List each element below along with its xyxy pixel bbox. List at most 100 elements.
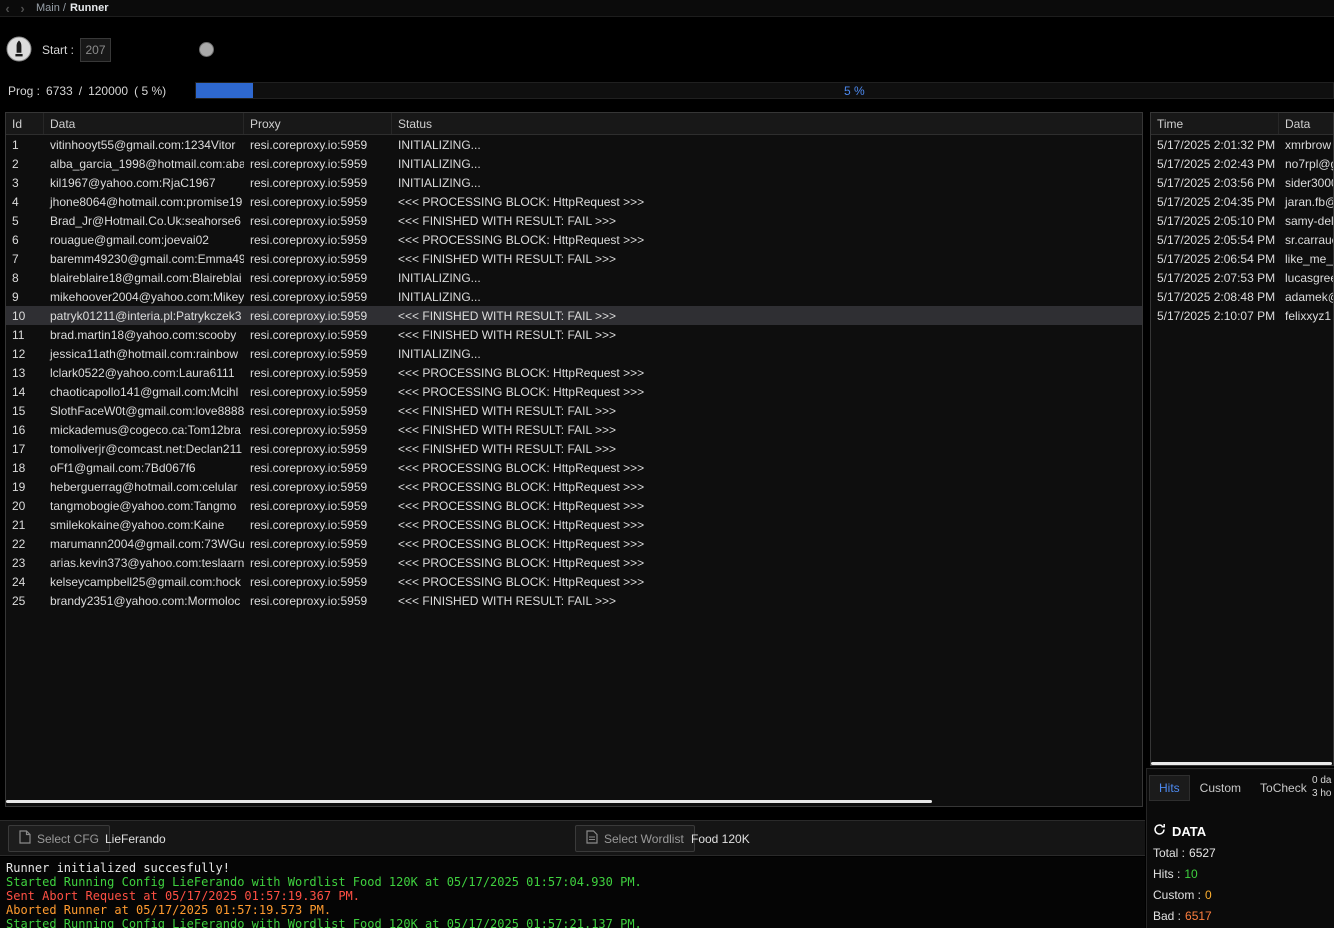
- table-row[interactable]: 1 vitinhooyt55@gmail.com:1234Vitor resi.…: [6, 135, 1142, 154]
- hit-row[interactable]: 5/17/2025 2:10:07 PM felixxyz1: [1151, 306, 1333, 325]
- table-row[interactable]: 14 chaoticapollo141@gmail.com:Mcihl resi…: [6, 382, 1142, 401]
- cell-id: 16: [6, 420, 44, 439]
- table-row[interactable]: 2 alba_garcia_1998@hotmail.com:aba resi.…: [6, 154, 1142, 173]
- cell-data: blaireblaire18@gmail.com:Blaireblai: [44, 268, 244, 287]
- cell-data: marumann2004@gmail.com:73WGu: [44, 534, 244, 553]
- table-row[interactable]: 8 blaireblaire18@gmail.com:Blaireblai re…: [6, 268, 1142, 287]
- cell-time: 5/17/2025 2:04:35 PM: [1151, 192, 1279, 211]
- start-bots-input[interactable]: [80, 38, 111, 62]
- select-wordlist-button[interactable]: Select Wordlist: [575, 825, 695, 852]
- cell-status: INITIALIZING...: [392, 268, 1142, 287]
- table-row[interactable]: 4 jhone8064@hotmail.com:promise19 resi.c…: [6, 192, 1142, 211]
- hits-horizontal-scrollbar[interactable]: [1151, 762, 1332, 765]
- hit-row[interactable]: 5/17/2025 2:04:35 PM jaran.fb@: [1151, 192, 1333, 211]
- table-row[interactable]: 18 oFf1@gmail.com:7Bd067f6 resi.coreprox…: [6, 458, 1142, 477]
- hit-row[interactable]: 5/17/2025 2:01:32 PM xmrbrow: [1151, 135, 1333, 154]
- footer-bar: Select CFG LieFerando Select Wordlist Fo…: [0, 820, 1145, 856]
- log-line: Sent Abort Request at 05/17/2025 01:57:1…: [6, 889, 1139, 903]
- hit-row[interactable]: 5/17/2025 2:06:54 PM like_me_l: [1151, 249, 1333, 268]
- cell-time: 5/17/2025 2:07:53 PM: [1151, 268, 1279, 287]
- table-row[interactable]: 23 arias.kevin373@yahoo.com:teslaarn res…: [6, 553, 1142, 572]
- cell-status: INITIALIZING...: [392, 173, 1142, 192]
- forward-arrow-icon[interactable]: ›: [15, 1, 30, 16]
- hits-table: Time Data 5/17/2025 2:01:32 PM xmrbrow 5…: [1150, 112, 1334, 766]
- column-header-id[interactable]: Id: [6, 113, 44, 134]
- cell-proxy: resi.coreproxy.io:5959: [244, 268, 392, 287]
- cell-proxy: resi.coreproxy.io:5959: [244, 458, 392, 477]
- cell-status: <<< PROCESSING BLOCK: HttpRequest >>>: [392, 230, 1142, 249]
- column-header-status[interactable]: Status: [392, 113, 1142, 134]
- bots-slider-knob[interactable]: [199, 42, 214, 57]
- table-row[interactable]: 9 mikehoover2004@yahoo.com:Mikey resi.co…: [6, 287, 1142, 306]
- table-row[interactable]: 12 jessica11ath@hotmail.com:rainbow resi…: [6, 344, 1142, 363]
- table-row[interactable]: 21 smilekokaine@yahoo.com:Kaine resi.cor…: [6, 515, 1142, 534]
- table-row[interactable]: 25 brandy2351@yahoo.com:Mormoloc resi.co…: [6, 591, 1142, 610]
- cell-id: 21: [6, 515, 44, 534]
- results-tab[interactable]: Hits: [1149, 775, 1190, 801]
- cell-status: <<< FINISHED WITH RESULT: FAIL >>>: [392, 211, 1142, 230]
- cell-id: 12: [6, 344, 44, 363]
- cell-status: <<< FINISHED WITH RESULT: FAIL >>>: [392, 401, 1142, 420]
- hit-row[interactable]: 5/17/2025 2:03:56 PM sider3000: [1151, 173, 1333, 192]
- table-row[interactable]: 6 rouague@gmail.com:joevai02 resi.corepr…: [6, 230, 1142, 249]
- column-header-proxy[interactable]: Proxy: [244, 113, 392, 134]
- cell-time: 5/17/2025 2:08:48 PM: [1151, 287, 1279, 306]
- table-row[interactable]: 7 baremm49230@gmail.com:Emma49 resi.core…: [6, 249, 1142, 268]
- column-header-time[interactable]: Time: [1151, 113, 1279, 134]
- hit-row[interactable]: 5/17/2025 2:05:54 PM sr.carrauc: [1151, 230, 1333, 249]
- cell-proxy: resi.coreproxy.io:5959: [244, 211, 392, 230]
- cell-data: heberguerrag@hotmail.com:celular: [44, 477, 244, 496]
- cell-data: lclark0522@yahoo.com:Laura6111: [44, 363, 244, 382]
- table-row[interactable]: 16 mickademus@cogeco.ca:Tom12bra resi.co…: [6, 420, 1142, 439]
- table-row[interactable]: 5 Brad_Jr@Hotmail.Co.Uk:seahorse6 resi.c…: [6, 211, 1142, 230]
- cell-proxy: resi.coreproxy.io:5959: [244, 572, 392, 591]
- refresh-icon[interactable]: [1153, 823, 1166, 839]
- select-cfg-button[interactable]: Select CFG: [8, 825, 110, 852]
- cell-id: 2: [6, 154, 44, 173]
- cell-time: 5/17/2025 2:03:56 PM: [1151, 173, 1279, 192]
- cell-proxy: resi.coreproxy.io:5959: [244, 173, 392, 192]
- table-row[interactable]: 15 SlothFaceW0t@gmail.com:love8888 resi.…: [6, 401, 1142, 420]
- cell-hit-data: samy-del: [1279, 211, 1333, 230]
- table-row[interactable]: 17 tomoliverjr@comcast.net:Declan211 res…: [6, 439, 1142, 458]
- cell-proxy: resi.coreproxy.io:5959: [244, 154, 392, 173]
- cell-status: <<< PROCESSING BLOCK: HttpRequest >>>: [392, 534, 1142, 553]
- table-row[interactable]: 19 heberguerrag@hotmail.com:celular resi…: [6, 477, 1142, 496]
- cell-status: INITIALIZING...: [392, 135, 1142, 154]
- column-header-data[interactable]: Data: [44, 113, 244, 134]
- cell-id: 19: [6, 477, 44, 496]
- hit-row[interactable]: 5/17/2025 2:07:53 PM lucasgree: [1151, 268, 1333, 287]
- cell-id: 15: [6, 401, 44, 420]
- table-row[interactable]: 22 marumann2004@gmail.com:73WGu resi.cor…: [6, 534, 1142, 553]
- runner-screen: ‹ › Main / Runner Start : Prog :6733/120…: [0, 0, 1334, 928]
- cell-data: brandy2351@yahoo.com:Mormoloc: [44, 591, 244, 610]
- results-tab[interactable]: Custom: [1191, 776, 1250, 800]
- data-panel-title: DATA: [1153, 823, 1333, 839]
- progress-row: Prog :6733/120000( 5 %) 5 %: [0, 82, 1334, 100]
- cell-id: 5: [6, 211, 44, 230]
- table-row[interactable]: 11 brad.martin18@yahoo.com:scooby resi.c…: [6, 325, 1142, 344]
- table-row[interactable]: 10 patryk01211@interia.pl:Patrykczek3 re…: [6, 306, 1142, 325]
- table-row[interactable]: 20 tangmobogie@yahoo.com:Tangmo resi.cor…: [6, 496, 1142, 515]
- cell-status: <<< FINISHED WITH RESULT: FAIL >>>: [392, 306, 1142, 325]
- cell-hit-data: sr.carrauc: [1279, 230, 1333, 249]
- cell-status: <<< PROCESSING BLOCK: HttpRequest >>>: [392, 458, 1142, 477]
- hit-row[interactable]: 5/17/2025 2:02:43 PM no7rpl@g: [1151, 154, 1333, 173]
- cell-id: 3: [6, 173, 44, 192]
- table-row[interactable]: 24 kelseycampbell25@gmail.com:hock resi.…: [6, 572, 1142, 591]
- stat-value: 6527: [1189, 846, 1216, 860]
- cell-proxy: resi.coreproxy.io:5959: [244, 591, 392, 610]
- config-file-icon: [19, 830, 31, 847]
- column-header-hit-data[interactable]: Data: [1279, 113, 1333, 134]
- breadcrumb-main[interactable]: Main /: [36, 2, 66, 14]
- table-row[interactable]: 3 kil1967@yahoo.com:RjaC1967 resi.corepr…: [6, 173, 1142, 192]
- runner-horizontal-scrollbar[interactable]: [6, 800, 932, 803]
- results-tab[interactable]: ToCheck: [1251, 776, 1316, 800]
- cell-data: rouague@gmail.com:joevai02: [44, 230, 244, 249]
- hit-row[interactable]: 5/17/2025 2:08:48 PM adamek@: [1151, 287, 1333, 306]
- breadcrumb: ‹ › Main / Runner: [0, 0, 1334, 17]
- back-arrow-icon[interactable]: ‹: [0, 1, 15, 16]
- table-row[interactable]: 13 lclark0522@yahoo.com:Laura6111 resi.c…: [6, 363, 1142, 382]
- cell-status: <<< FINISHED WITH RESULT: FAIL >>>: [392, 249, 1142, 268]
- hit-row[interactable]: 5/17/2025 2:05:10 PM samy-del: [1151, 211, 1333, 230]
